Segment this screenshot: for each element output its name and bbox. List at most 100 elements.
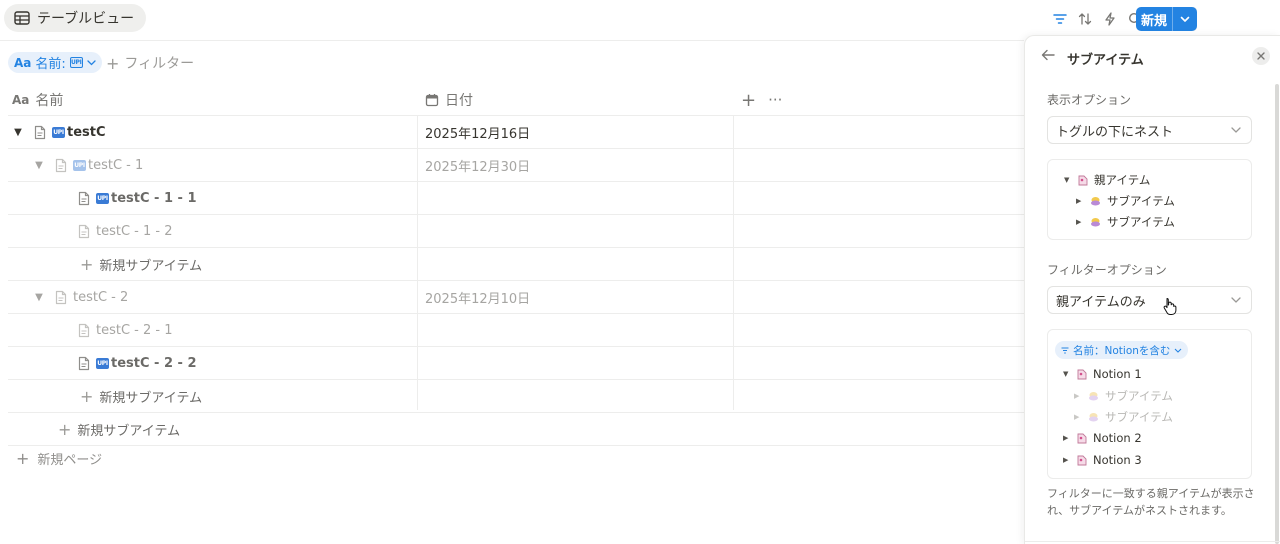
cell-name[interactable]: UPI testC - 1 - 1 xyxy=(78,182,197,214)
filter-options-label: フィルターオプション xyxy=(1047,263,1167,277)
preview-row-label: サブアイテム xyxy=(1105,389,1173,403)
subitems-settings-panel: サブアイテム 表示オプション トグルの下にネスト ▼ 親アイテム ▶ サブアイテム ▶ サ… xyxy=(1024,35,1280,544)
preview-row-label: Notion 2 xyxy=(1093,431,1142,445)
panel-title: サブアイテム xyxy=(1067,53,1144,68)
chevron-down-icon xyxy=(1231,127,1241,133)
filter-chip-name[interactable]: Aa 名前: UPI xyxy=(8,52,102,73)
page-title: testC - 2 xyxy=(73,289,129,305)
page-icon xyxy=(78,356,90,371)
column-divider xyxy=(417,116,418,410)
column-header-actions: + ··· xyxy=(741,84,782,116)
chevron-down-icon xyxy=(1231,297,1241,303)
plus-icon: + xyxy=(16,449,30,468)
upi-badge-icon: UPI xyxy=(52,126,65,138)
add-filter-button[interactable]: + フィルター xyxy=(106,53,194,73)
new-subitem-label: 新規サブアイテム xyxy=(77,423,181,439)
page-title: testC xyxy=(67,124,106,140)
table-row[interactable]: UPI testC - 2 - 2 xyxy=(8,347,1024,380)
preview-row-label: Notion 3 xyxy=(1093,453,1142,467)
page-icon xyxy=(55,290,67,305)
new-button[interactable]: 新規 xyxy=(1136,7,1197,31)
plus-icon: + xyxy=(80,386,94,406)
new-subitem-label: 新規サブアイテム xyxy=(99,258,203,274)
toggle-triangle-icon[interactable]: ▼ xyxy=(33,292,45,303)
toggle-triangle-icon[interactable]: ▼ xyxy=(33,160,45,171)
new-subitem-button[interactable]: + 新規サブアイテム xyxy=(80,380,202,412)
sort-icon[interactable] xyxy=(1072,7,1097,31)
filter-preview-chip-label: 名前：Notionを含む xyxy=(1073,344,1171,357)
display-option-select[interactable]: トグルの下にネスト xyxy=(1047,116,1252,144)
new-subitem-row[interactable]: + 新規サブアイテム xyxy=(8,248,1024,281)
sub-page-icon xyxy=(1088,391,1099,401)
page-title: testC - 1 - 2 xyxy=(96,223,173,239)
new-subitem-button[interactable]: + 新規サブアイテム xyxy=(80,248,202,280)
panel-scrollbar[interactable] xyxy=(1275,84,1279,544)
new-subitem-button[interactable]: + 新規サブアイテム xyxy=(58,413,180,445)
close-icon[interactable] xyxy=(1252,47,1270,65)
cell-name[interactable]: UPI testC - 2 - 2 xyxy=(78,347,197,379)
table-row[interactable]: UPI testC - 1 - 1 xyxy=(8,182,1024,215)
filter-option-select[interactable]: 親アイテムのみ xyxy=(1047,286,1252,314)
cell-name[interactable]: ▼ UPI testC xyxy=(12,116,106,148)
more-options-icon[interactable]: ··· xyxy=(768,91,782,109)
plus-icon: + xyxy=(106,53,120,73)
sub-page-icon xyxy=(1090,196,1101,206)
preview-row: ▼ 親アイテム xyxy=(1064,172,1150,188)
cell-name[interactable]: testC - 1 - 2 xyxy=(78,215,173,247)
preview-row: ▶ Notion 2 xyxy=(1063,431,1142,445)
toggle-triangle-icon: ▶ xyxy=(1074,392,1080,400)
preview-row: ▶ Notion 3 xyxy=(1063,453,1142,467)
database-table: Aa 名前 日付 + ··· ▼ UPI testC 2025年12月16日 ▼ UPI t… xyxy=(8,84,1024,446)
panel-divider xyxy=(1025,541,1280,542)
sub-page-icon xyxy=(1090,217,1101,227)
cell-name[interactable]: ▼ UPI testC - 1 xyxy=(33,149,143,181)
cell-date[interactable]: 2025年12月30日 xyxy=(425,149,530,181)
upi-badge-icon: UPI xyxy=(69,57,83,68)
new-subitem-row[interactable]: + 新規サブアイテム xyxy=(8,413,1024,446)
filter-icon xyxy=(1061,347,1069,354)
view-tab-label: テーブルビュー xyxy=(37,11,135,27)
page-title: testC - 2 - 2 xyxy=(111,355,197,371)
cell-name[interactable]: testC - 2 - 1 xyxy=(78,314,173,346)
upi-badge-icon: UPI xyxy=(96,357,109,369)
chevron-down-icon xyxy=(87,59,96,66)
table-row[interactable]: ▼ testC - 2 2025年12月10日 xyxy=(8,281,1024,314)
filter-select-value: 親アイテムのみ xyxy=(1056,294,1146,310)
hand-cursor-icon xyxy=(1163,297,1177,315)
page-title: testC - 2 - 1 xyxy=(96,322,173,338)
cell-date[interactable]: 2025年12月16日 xyxy=(425,116,530,148)
page-title: testC - 1 xyxy=(88,157,144,173)
new-subitem-label: 新規サブアイテム xyxy=(99,390,203,406)
page-icon xyxy=(55,158,67,173)
preview-row: ▶ サブアイテム xyxy=(1074,409,1173,425)
column-header-date[interactable]: 日付 xyxy=(425,84,473,116)
cell-date[interactable]: 2025年12月10日 xyxy=(425,281,530,313)
new-page-label: 新規ページ xyxy=(37,453,103,468)
page-icon xyxy=(78,224,90,239)
column-header-name[interactable]: Aa 名前 xyxy=(12,84,63,116)
table-row[interactable]: testC - 1 - 2 xyxy=(8,215,1024,248)
back-arrow-icon[interactable] xyxy=(1041,49,1055,61)
toggle-triangle-icon[interactable]: ▼ xyxy=(12,127,24,138)
filter-icon[interactable] xyxy=(1047,7,1072,31)
preview-row: ▶ サブアイテム xyxy=(1076,214,1175,230)
view-tab-table[interactable]: テーブルビュー xyxy=(4,4,147,32)
toggle-triangle-icon: ▼ xyxy=(1064,176,1070,184)
automation-bolt-icon[interactable] xyxy=(1097,7,1122,31)
table-icon xyxy=(14,11,30,25)
new-page-button[interactable]: + 新規ページ xyxy=(16,449,102,468)
add-property-icon[interactable]: + xyxy=(741,90,756,111)
table-row[interactable]: ▼ UPI testC 2025年12月16日 xyxy=(8,116,1024,149)
table-row[interactable]: ▼ UPI testC - 1 2025年12月30日 xyxy=(8,149,1024,182)
cell-name[interactable]: ▼ testC - 2 xyxy=(33,281,128,313)
filter-option-description: フィルターに一致する親アイテムが表示され、サブアイテムがネストされます。 xyxy=(1047,487,1255,517)
new-subitem-row[interactable]: + 新規サブアイテム xyxy=(8,380,1024,413)
table-row[interactable]: testC - 2 - 1 xyxy=(8,314,1024,347)
display-preview: ▼ 親アイテム ▶ サブアイテム ▶ サブアイテム xyxy=(1047,159,1252,240)
text-property-icon: Aa xyxy=(12,93,30,107)
parent-page-icon xyxy=(1078,175,1088,186)
column-header-label: 名前 xyxy=(35,93,64,109)
plus-icon: + xyxy=(80,254,94,274)
page-icon xyxy=(78,191,90,206)
chevron-down-icon[interactable] xyxy=(1173,7,1197,31)
